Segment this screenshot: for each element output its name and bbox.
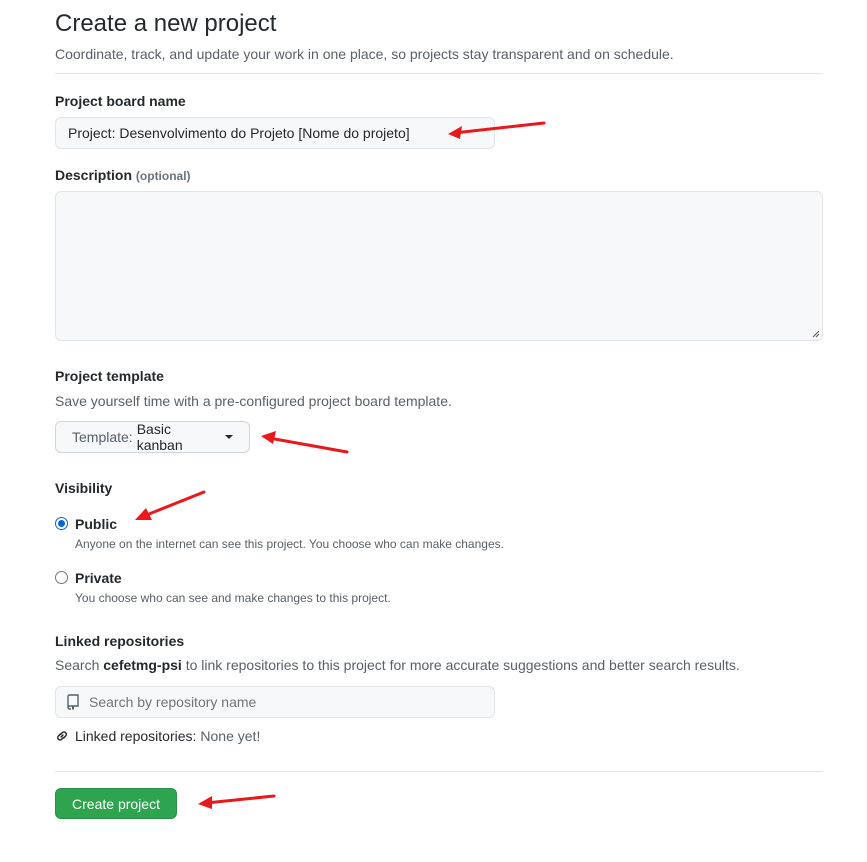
caret-down-icon xyxy=(225,435,233,439)
template-label: Project template xyxy=(55,368,164,384)
public-option-title: Public xyxy=(75,516,118,532)
optional-tag: (optional) xyxy=(135,169,191,183)
template-note: Save yourself time with a pre-configured… xyxy=(55,393,452,409)
template-prefix: Template: xyxy=(72,429,133,445)
link-icon xyxy=(57,731,67,741)
board-name-value: Project: Desenvolvimento do Projeto [Nom… xyxy=(68,125,410,141)
linked-note-suffix: to link repositories to this project for… xyxy=(185,657,740,673)
linked-status-value: None yet! xyxy=(200,728,261,744)
description-label: Description (optional) xyxy=(55,167,191,183)
linked-note-prefix: Search xyxy=(55,657,100,673)
repo-search-input[interactable] xyxy=(89,694,482,710)
radio-public[interactable] xyxy=(55,517,68,530)
linked-repos-status: Linked repositories: None yet! xyxy=(55,728,260,744)
annotation-arrow-icon xyxy=(448,121,546,139)
resize-handle-icon[interactable] xyxy=(812,330,820,338)
repo-icon xyxy=(67,694,79,710)
template-value: Basic kanban xyxy=(136,421,183,453)
private-option-desc: You choose who can see and make changes … xyxy=(75,591,391,605)
linked-status-label: Linked repositories: xyxy=(75,728,197,744)
visibility-label: Visibility xyxy=(55,480,113,496)
description-label-text: Description xyxy=(55,167,133,183)
page-title: Create a new project xyxy=(55,10,277,37)
template-select-button[interactable]: Template: Basic kanban xyxy=(55,421,250,453)
radio-private[interactable] xyxy=(55,571,68,584)
header-divider xyxy=(55,73,823,74)
board-name-input[interactable]: Project: Desenvolvimento do Projeto [Nom… xyxy=(55,117,495,149)
annotation-arrow-icon xyxy=(135,490,206,520)
footer-divider xyxy=(55,771,823,772)
linked-repos-label: Linked repositories xyxy=(55,633,185,649)
create-project-button[interactable]: Create project xyxy=(55,788,177,819)
description-textarea[interactable] xyxy=(55,191,823,341)
page-subtitle: Coordinate, track, and update your work … xyxy=(55,46,674,62)
annotation-arrow-icon xyxy=(261,431,349,454)
private-option-title: Private xyxy=(75,570,122,586)
public-option-desc: Anyone on the internet can see this proj… xyxy=(75,537,504,551)
repo-search-field[interactable] xyxy=(55,686,495,718)
board-name-label: Project board name xyxy=(55,93,186,109)
org-name: cefetmg-psi xyxy=(103,657,182,673)
linked-repos-note: Search cefetmg-psi to link repositories … xyxy=(55,657,740,673)
annotation-arrow-icon xyxy=(198,794,276,809)
